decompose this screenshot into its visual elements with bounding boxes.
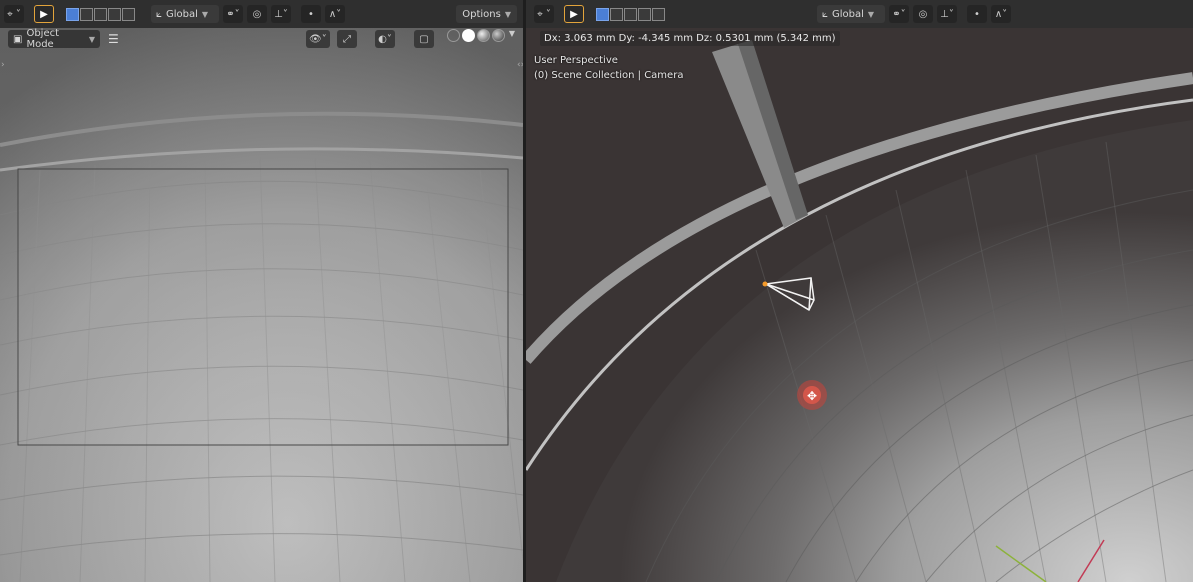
select-intersect-icon[interactable] (652, 7, 665, 21)
mode-dropdown[interactable]: ▣ Object Mode ▼ (8, 28, 100, 50)
xray-icon[interactable]: ▢ (414, 30, 434, 48)
gizmo-icon[interactable]: ⤢ (337, 30, 357, 48)
select-subtract-icon[interactable] (94, 7, 107, 21)
transform-orientation-label: Global (166, 8, 198, 20)
chevron-down-icon: ▼ (201, 9, 209, 19)
options-label: Options (462, 8, 501, 20)
options-dropdown[interactable]: Options ▼ (456, 5, 517, 23)
right-viewport-toolbar: ⌖ ˅ ▶ ⟀ Global ▼ ⚭˅ ◎ ⊥˅ • ∧˅ (526, 0, 1193, 28)
transform-orientation-dropdown[interactable]: ⟀ Global ▼ (817, 5, 885, 23)
mode-label: Object Mode (26, 28, 60, 50)
object-mode-icon: ▣ (13, 33, 23, 45)
transform-pivot-icon[interactable]: ⚭˅ (889, 5, 909, 23)
pivot-point-icon[interactable]: ⌖ ˅ (4, 5, 24, 23)
select-intersect-icon[interactable] (122, 7, 135, 21)
transform-pivot-icon[interactable]: ⚭˅ (223, 5, 243, 23)
overlay-icon[interactable]: ◐˅ (375, 30, 395, 48)
selection-mode-group (596, 7, 665, 21)
chevron-down-icon: ▼ (504, 9, 511, 19)
snap-icon[interactable]: ◎ (913, 5, 933, 23)
chevron-down-icon: ▼ (867, 9, 875, 19)
select-invert-icon[interactable] (638, 7, 651, 21)
pivot-point-icon[interactable]: ⌖ ˅ (534, 5, 554, 23)
proportional-edit-icon[interactable]: • (301, 5, 321, 23)
select-extend-icon[interactable] (610, 7, 623, 21)
proportional-edit-icon[interactable]: • (967, 5, 987, 23)
select-new-icon[interactable] (66, 7, 79, 21)
select-invert-icon[interactable] (108, 7, 121, 21)
select-new-icon[interactable] (596, 7, 609, 21)
select-tool-icon[interactable]: ▶ (34, 5, 54, 23)
orientation-icon: ⟀ (822, 8, 828, 20)
hamburger-menu-icon[interactable]: ☰ (108, 32, 119, 46)
select-extend-icon[interactable] (80, 7, 93, 21)
transform-orientation-label: Global (832, 8, 864, 20)
right-viewport[interactable]: ✥ ⌖ ˅ ▶ ⟀ Global ▼ ⚭˅ ◎ ⊥˅ • ∧˅ Dx: 3.06… (526, 0, 1193, 582)
transform-delta-readout: Dx: 3.063 mm Dy: -4.345 mm Dz: 0.5301 mm… (540, 31, 840, 46)
falloff-icon[interactable]: ∧˅ (991, 5, 1011, 23)
collection-info-label: (0) Scene Collection | Camera (534, 70, 684, 81)
transform-orientation-dropdown[interactable]: ⟀ Global ▼ (151, 5, 219, 23)
visibility-icon[interactable]: 👁˅ (306, 30, 330, 48)
snap-target-icon[interactable]: ⊥˅ (937, 5, 957, 23)
left-viewport-header: ▣ Object Mode ▼ ☰ 👁˅ ⤢ ◐˅ ▢ (0, 28, 523, 50)
right-viewport-canvas[interactable]: ✥ (526, 0, 1193, 582)
selection-mode-group (66, 7, 135, 21)
falloff-icon[interactable]: ∧˅ (325, 5, 345, 23)
camera-origin (762, 281, 768, 287)
region-toggle-icon[interactable]: ‹› (517, 60, 523, 70)
chevron-down-icon: ▼ (88, 34, 95, 44)
view-name-label: User Perspective (534, 55, 618, 66)
select-tool-icon[interactable]: ▶ (564, 5, 584, 23)
orientation-icon: ⟀ (156, 8, 162, 20)
select-subtract-icon[interactable] (624, 7, 637, 21)
sidebar-toggle-icon[interactable]: › (1, 60, 5, 70)
left-viewport-toolbar: ⌖ ˅ ▶ ⟀ Global ▼ ⚭˅ ◎ ⊥˅ • ∧˅ Options ▼ (0, 0, 523, 28)
left-viewport[interactable]: ⌖ ˅ ▶ ⟀ Global ▼ ⚭˅ ◎ ⊥˅ • ∧˅ Options ▼ … (0, 0, 523, 582)
left-viewport-canvas[interactable] (0, 0, 523, 582)
move-cursor-icon: ✥ (807, 389, 817, 403)
snap-target-icon[interactable]: ⊥˅ (271, 5, 291, 23)
snap-icon[interactable]: ◎ (247, 5, 267, 23)
